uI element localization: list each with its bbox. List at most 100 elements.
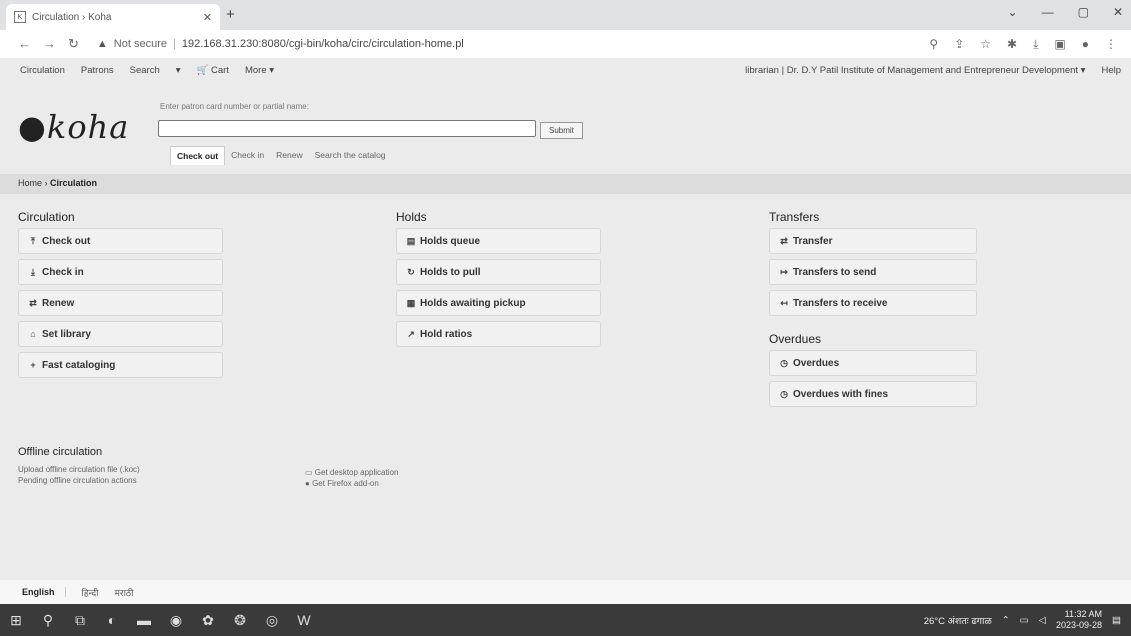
pending-offline-link[interactable]: Pending offline circulation actions bbox=[18, 475, 140, 486]
lang-english[interactable]: English bbox=[22, 587, 66, 597]
koha-leaf-icon: ● bbox=[18, 108, 47, 146]
tab-renew[interactable]: Renew bbox=[270, 146, 308, 165]
retweet-icon: ⇄ bbox=[29, 297, 37, 308]
reload-icon[interactable]: ↻ bbox=[68, 36, 79, 52]
desktop-icon: ▭ bbox=[305, 468, 313, 477]
upload-icon: ⤒ bbox=[31, 235, 35, 246]
koha-logo[interactable]: ●koha bbox=[18, 108, 129, 146]
app-icon[interactable]: ✿ bbox=[192, 612, 224, 629]
transfers-to-receive-button[interactable]: ↤ Transfers to receive bbox=[769, 290, 977, 316]
sidepanel-icon[interactable]: ▣ bbox=[1054, 37, 1065, 52]
close-tab-icon[interactable]: ✕ bbox=[203, 11, 212, 24]
sign-in-icon: ↤ bbox=[780, 297, 788, 308]
holds-heading: Holds bbox=[396, 210, 427, 224]
minimize-icon[interactable]: — bbox=[1042, 5, 1054, 19]
hold-ratios-button[interactable]: ↗ Hold ratios bbox=[396, 321, 601, 347]
offline-apps: ▭ Get desktop application ● Get Firefox … bbox=[305, 467, 398, 489]
network-icon[interactable]: ▭ bbox=[1020, 615, 1029, 626]
chrome-icon[interactable]: ◉ bbox=[160, 612, 192, 629]
overdues-button[interactable]: ◷ Overdues bbox=[769, 350, 977, 376]
transfers-section: Transfers ⇄ Transfer ↦ Transfers to send ↤… bbox=[769, 210, 977, 412]
overdues-heading: Overdues bbox=[769, 332, 822, 346]
breadcrumb: Home › Circulation bbox=[0, 174, 1131, 194]
lang-marathi[interactable]: मराठी bbox=[115, 586, 134, 599]
transfers-to-send-button[interactable]: ↦ Transfers to send bbox=[769, 259, 977, 285]
nav-search-dropdown[interactable]: ▾ bbox=[176, 65, 181, 76]
overdues-with-fines-button[interactable]: ◷ Overdues with fines bbox=[769, 381, 977, 407]
address-bar: ← → ↻ ▲ Not secure | 192.168.31.230:8080… bbox=[0, 30, 1131, 58]
bookmark-star-icon[interactable]: ☆ bbox=[980, 37, 991, 52]
check-in-button[interactable]: ⤓ Check in bbox=[18, 259, 223, 285]
circulation-section: Circulation ⤒ Check out ⤓ Check in ⇄ Renew … bbox=[18, 210, 223, 383]
download-icon[interactable]: ⤓ bbox=[1033, 37, 1038, 52]
task-view-icon[interactable]: ⧉ bbox=[64, 612, 96, 629]
search-icon[interactable]: ⚲ bbox=[32, 612, 64, 629]
extensions-icon[interactable]: ✱ bbox=[1007, 37, 1017, 52]
refresh-icon: ↻ bbox=[407, 266, 415, 277]
circulation-heading: Circulation bbox=[18, 210, 75, 224]
nav-patrons[interactable]: Patrons bbox=[81, 65, 114, 76]
window-controls: ⌄ — ▢ ✕ bbox=[1008, 5, 1123, 19]
share-icon[interactable]: ⇪ bbox=[954, 37, 964, 52]
holds-awaiting-pickup-button[interactable]: ▦ Holds awaiting pickup bbox=[396, 290, 601, 316]
clock[interactable]: 11:32 AM 2023-09-28 bbox=[1056, 609, 1102, 631]
close-window-icon[interactable]: ✕ bbox=[1113, 5, 1123, 19]
url-field[interactable]: ▲ Not secure | 192.168.31.230:8080/cgi-b… bbox=[97, 38, 930, 50]
weather-widget[interactable]: 26°C अंशतः ढगाळ bbox=[924, 614, 992, 627]
fast-cataloging-button[interactable]: + Fast cataloging bbox=[18, 352, 223, 378]
edge-icon[interactable]: ◐ bbox=[96, 612, 128, 628]
nav-help[interactable]: Help bbox=[1101, 65, 1121, 76]
set-library-button[interactable]: ⌂ Set library bbox=[18, 321, 223, 347]
notification-icon[interactable]: ▤ bbox=[1112, 615, 1121, 626]
forward-icon[interactable]: → bbox=[43, 36, 56, 52]
calendar-icon: ▦ bbox=[406, 297, 416, 308]
browser-tab[interactable]: K Circulation › Koha ✕ bbox=[6, 4, 220, 30]
holds-to-pull-button[interactable]: ↻ Holds to pull bbox=[396, 259, 601, 285]
holds-queue-button[interactable]: ▤ Holds queue bbox=[396, 228, 601, 254]
tray-chevron-icon[interactable]: ⌃ bbox=[1002, 615, 1010, 626]
not-secure-label: Not secure bbox=[113, 38, 167, 50]
zoom-icon[interactable]: ⚲ bbox=[929, 37, 938, 52]
menu-icon[interactable]: ⋮ bbox=[1105, 37, 1117, 52]
word-icon[interactable]: W bbox=[288, 612, 320, 628]
chrome-active-icon[interactable]: ◎ bbox=[256, 612, 288, 629]
desktop-app-link[interactable]: ▭ Get desktop application bbox=[305, 467, 398, 478]
tab-check-in[interactable]: Check in bbox=[225, 146, 270, 165]
renew-button[interactable]: ⇄ Renew bbox=[18, 290, 223, 316]
windows-taskbar: ⊞ ⚲ ⧉ ◐ ▬ ◉ ✿ ❂ ◎ W 26°C अंशतः ढगाळ ⌃ ▭ … bbox=[0, 604, 1131, 636]
tab-search-catalog[interactable]: Search the catalog bbox=[309, 146, 392, 165]
line-chart-icon: ↗ bbox=[407, 328, 415, 339]
nav-circulation[interactable]: Circulation bbox=[20, 65, 65, 76]
koha-top-nav: Circulation Patrons Search ▾ 🛒 Cart More… bbox=[0, 58, 1131, 82]
download-icon: ⤓ bbox=[31, 266, 35, 277]
lang-hindi[interactable]: हिन्दी bbox=[82, 586, 99, 599]
exchange-icon: ⇄ bbox=[780, 235, 788, 246]
holds-section: Holds ▤ Holds queue ↻ Holds to pull ▦ Holds… bbox=[396, 210, 601, 352]
submit-button[interactable]: Submit bbox=[540, 122, 583, 139]
language-footer: English हिन्दी मराठी bbox=[0, 580, 1131, 604]
firefox-icon: ● bbox=[305, 479, 310, 488]
transfer-button[interactable]: ⇄ Transfer bbox=[769, 228, 977, 254]
profile-icon[interactable]: ● bbox=[1082, 37, 1089, 52]
offline-heading: Offline circulation bbox=[18, 446, 103, 458]
upload-offline-link[interactable]: Upload offline circulation file (.koc) bbox=[18, 464, 140, 475]
plus-icon: + bbox=[30, 360, 36, 370]
firefox-addon-link[interactable]: ● Get Firefox add-on bbox=[305, 478, 398, 489]
breadcrumb-home[interactable]: Home bbox=[18, 178, 42, 188]
back-icon[interactable]: ← bbox=[18, 36, 31, 52]
tab-check-out[interactable]: Check out bbox=[170, 146, 226, 165]
logged-in-user[interactable]: librarian | Dr. D.Y Patil Institute of M… bbox=[745, 65, 1085, 76]
nav-more[interactable]: More ▾ bbox=[245, 65, 274, 76]
check-out-button[interactable]: ⤒ Check out bbox=[18, 228, 223, 254]
nav-search[interactable]: Search bbox=[130, 65, 160, 76]
tab-search-icon[interactable]: ⌄ bbox=[1008, 5, 1018, 19]
patron-search-input[interactable] bbox=[158, 120, 536, 137]
new-tab-icon[interactable]: + bbox=[226, 6, 235, 23]
nav-cart[interactable]: 🛒 Cart bbox=[197, 65, 229, 76]
volume-icon[interactable]: ◁ bbox=[1039, 615, 1046, 626]
maximize-icon[interactable]: ▢ bbox=[1078, 5, 1089, 19]
file-explorer-icon[interactable]: ▬ bbox=[128, 612, 160, 628]
app2-icon[interactable]: ❂ bbox=[224, 612, 256, 629]
windows-start-icon[interactable]: ⊞ bbox=[0, 612, 32, 629]
clock-icon: ◷ bbox=[780, 388, 788, 399]
